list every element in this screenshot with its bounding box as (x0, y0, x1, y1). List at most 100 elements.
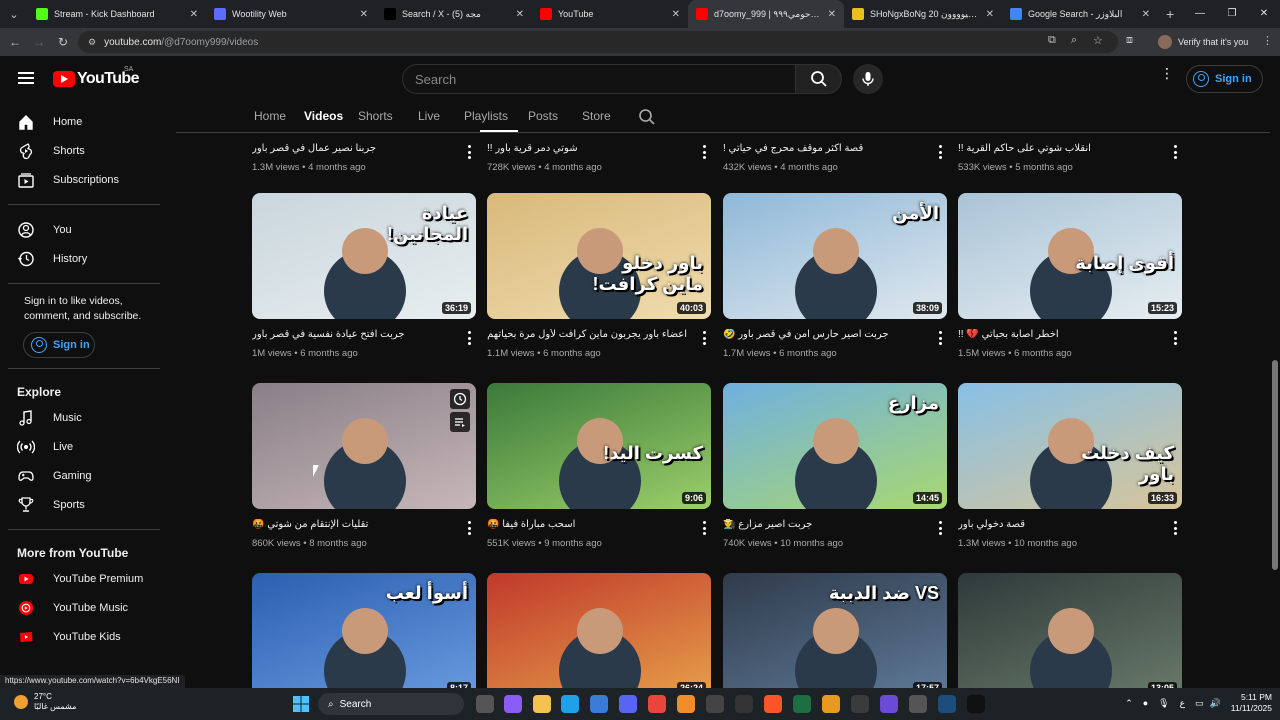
video-thumbnail[interactable]: أسوأ لعب 8:17 (252, 573, 476, 688)
browser-tab[interactable]: Google Search - البلاوزر ✕ (1002, 0, 1158, 28)
video-card[interactable]: أسوأ لعب 8:17 (252, 573, 476, 688)
video-card[interactable]: تقليات الإنتقام من شوتي 🤬 860K views • 8 … (252, 383, 476, 558)
browser-tab[interactable]: Search / X - مجه (5) ✕ (376, 0, 532, 28)
forward-icon[interactable]: → (27, 35, 51, 49)
video-thumbnail[interactable]: كسرت اليد! 9:06 (487, 383, 711, 509)
tab-home[interactable]: Home (254, 109, 286, 123)
tiktok-icon[interactable] (967, 695, 985, 713)
video-menu-icon[interactable] (464, 145, 474, 159)
add-to-queue-icon[interactable] (450, 412, 470, 432)
address-bar[interactable]: ⚙ youtube.com/@d7oomy999/videos (78, 31, 1118, 53)
vlc-icon[interactable] (677, 695, 695, 713)
tab-videos[interactable]: Videos (304, 109, 343, 123)
scrollbar-thumb[interactable] (1272, 360, 1278, 570)
app-icon[interactable] (706, 695, 724, 713)
page-scrollbar[interactable] (1270, 102, 1280, 688)
site-info-icon[interactable]: ⚙ (88, 37, 96, 48)
tray-mic-icon[interactable]: 🎙 (1158, 698, 1169, 709)
video-card[interactable]: أقوى إصابة 15:23 اخطر اصابة بحياتي 💔 !! 1.5… (958, 193, 1182, 368)
language-indicator[interactable]: ع (1180, 698, 1185, 709)
video-title[interactable]: انقلاب شوتي على حاكم القرية !! (958, 143, 1158, 154)
app-icon[interactable] (909, 695, 927, 713)
zoom-icon[interactable]: ⌕ (1071, 34, 1077, 47)
browser-menu-icon[interactable]: ⋮ (1262, 34, 1273, 47)
store-icon[interactable] (590, 695, 608, 713)
close-tab-icon[interactable]: ✕ (190, 9, 198, 20)
close-tab-icon[interactable]: ✕ (828, 9, 836, 20)
video-title[interactable]: قصة دخولي باور (958, 519, 1158, 530)
channel-search-icon[interactable] (638, 108, 656, 126)
tab-search-dropdown-icon[interactable]: ⌄ (0, 0, 28, 28)
video-title[interactable]: اخطر اصابة بحياتي 💔 !! (958, 329, 1158, 340)
menu-icon[interactable] (18, 72, 34, 84)
video-card[interactable]: قصة اكثر موقف محرج في حياتي ! 432K views … (723, 133, 947, 182)
video-title[interactable]: قصة اكثر موقف محرج في حياتي ! (723, 143, 923, 154)
close-tab-icon[interactable]: ✕ (1142, 9, 1150, 20)
install-app-icon[interactable]: ⧉ (1048, 34, 1056, 47)
video-title[interactable]: جربت اصير مزارع 👨‍🌾 (723, 519, 923, 530)
brave-icon[interactable] (764, 695, 782, 713)
search-button[interactable] (796, 64, 842, 94)
watch-later-icon[interactable] (450, 389, 470, 409)
folder-icon[interactable] (533, 695, 551, 713)
video-thumbnail[interactable]: VS ضد الدببة 17:57 (723, 573, 947, 688)
tray-overflow-icon[interactable]: ⌃ (1125, 698, 1133, 709)
close-tab-icon[interactable]: ✕ (516, 9, 524, 20)
video-card[interactable]: 26:24 (487, 573, 711, 688)
video-card[interactable]: الأمن 38:09 جربت اصير حارس امن في قصر باور… (723, 193, 947, 368)
new-tab-icon[interactable]: + (1166, 6, 1174, 22)
reload-icon[interactable]: ↻ (51, 35, 75, 49)
video-menu-icon[interactable] (464, 331, 474, 345)
header-sign-in-button[interactable]: Sign in (1186, 65, 1263, 93)
tray-app-icon[interactable]: ● (1143, 698, 1148, 708)
video-thumbnail[interactable]: 13:05 (958, 573, 1182, 688)
chrome-icon[interactable] (648, 695, 666, 713)
volume-icon[interactable]: 🔊 (1210, 698, 1221, 709)
video-title[interactable]: تقليات الإنتقام من شوتي 🤬 (252, 519, 452, 530)
close-tab-icon[interactable]: ✕ (672, 9, 680, 20)
video-menu-icon[interactable] (464, 521, 474, 535)
video-title[interactable]: جربت افتح عيادة نفسية في قصر باور (252, 329, 452, 340)
video-menu-icon[interactable] (1170, 331, 1180, 345)
browser-tab[interactable]: d7oomy_999 | دحومي٩٩٩ - You ✕ (688, 0, 844, 28)
tab-live[interactable]: Live (418, 109, 440, 123)
discord-icon[interactable] (619, 695, 637, 713)
video-card[interactable]: باور دخلو ماين كرافت! 40:03 اعضاء باور يجر… (487, 193, 711, 368)
tab-shorts[interactable]: Shorts (358, 109, 393, 123)
bookmark-star-icon[interactable]: ☆ (1093, 34, 1103, 47)
windows-start-icon[interactable] (292, 695, 310, 713)
clock[interactable]: 5:11 PM 11/11/2025 (1231, 692, 1272, 714)
video-thumbnail[interactable]: الأمن 38:09 (723, 193, 947, 319)
video-thumbnail[interactable]: كيف دخلت باور 16:33 (958, 383, 1182, 509)
video-card[interactable]: عيادة المجانين! 36:19 جربت افتح عيادة نفسي… (252, 193, 476, 368)
file-explorer-ghost-icon[interactable] (476, 695, 494, 713)
video-thumbnail[interactable]: أقوى إصابة 15:23 (958, 193, 1182, 319)
browser-tab[interactable]: YouTube ✕ (532, 0, 688, 28)
close-window-icon[interactable]: ✕ (1248, 0, 1280, 28)
video-menu-icon[interactable] (1170, 145, 1180, 159)
video-thumbnail[interactable]: 26:24 (487, 573, 711, 688)
video-title[interactable]: اسحب مباراة فيفا 🤬 (487, 519, 687, 530)
youtube-logo[interactable]: YouTube SA (53, 66, 139, 88)
sidebar-item-home[interactable]: Home (0, 107, 170, 136)
search-input[interactable] (415, 71, 795, 87)
back-icon[interactable]: ← (3, 35, 27, 49)
excel-icon[interactable] (793, 695, 811, 713)
video-title[interactable]: اعضاء باور يجربون ماين كرافت لأول مرة بح… (487, 329, 687, 340)
video-menu-icon[interactable] (699, 521, 709, 535)
app-icon[interactable] (735, 695, 753, 713)
close-tab-icon[interactable]: ✕ (360, 9, 368, 20)
video-title[interactable]: شوتي دمر قرية باور !! (487, 143, 687, 154)
video-menu-icon[interactable] (935, 331, 945, 345)
tab-store[interactable]: Store (582, 109, 611, 123)
weather-widget[interactable]: 27°C مشمس غالبًا (14, 692, 76, 712)
close-tab-icon[interactable]: ✕ (986, 9, 994, 20)
extensions-icon[interactable]: ⧈ (1126, 34, 1133, 47)
video-menu-icon[interactable] (935, 521, 945, 535)
video-title[interactable]: جربت اصير حارس امن في قصر باور 🤣 (723, 329, 923, 340)
steam-icon[interactable] (938, 695, 956, 713)
video-card[interactable]: شوتي دمر قرية باور !! 728K views • 4 mont… (487, 133, 711, 182)
voice-search-button[interactable] (853, 64, 883, 94)
video-thumbnail[interactable]: باور دخلو ماين كرافت! 40:03 (487, 193, 711, 319)
profile-chip[interactable]: Verify that it's you (1158, 33, 1248, 51)
